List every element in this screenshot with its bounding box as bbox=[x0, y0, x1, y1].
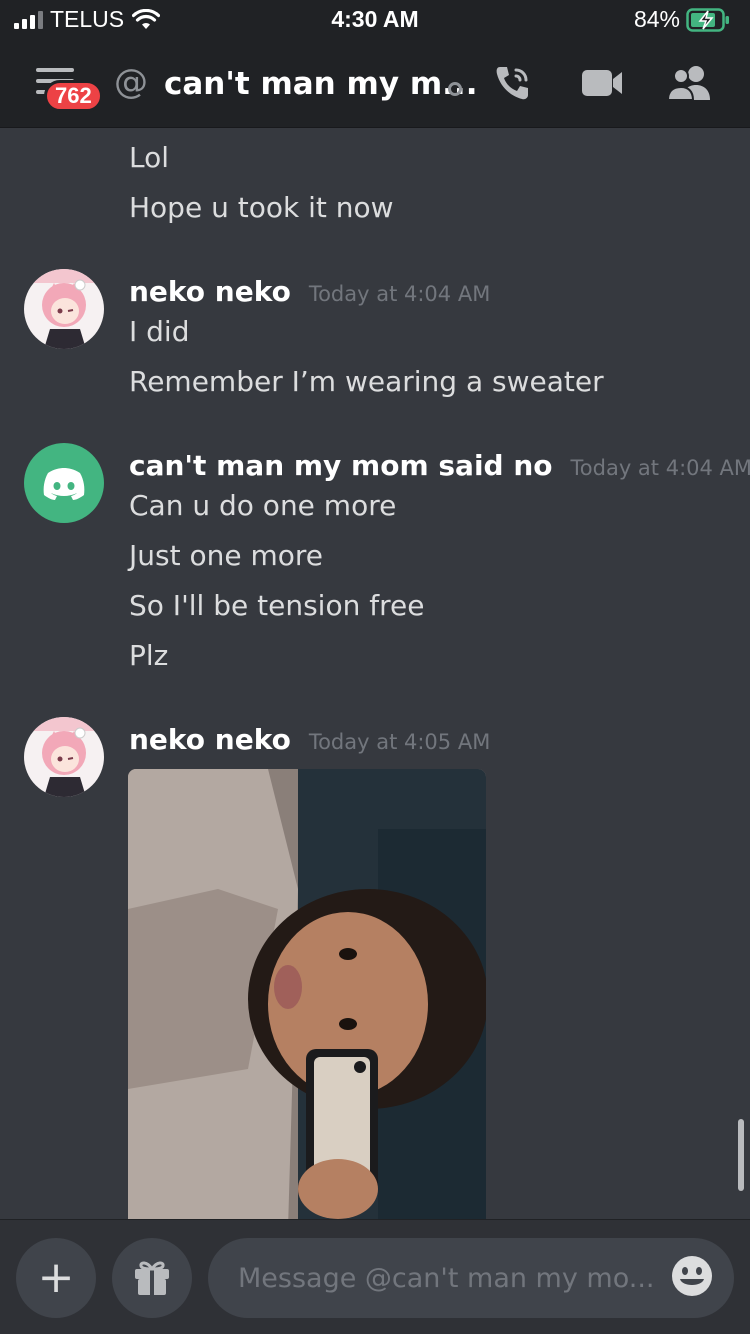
message-author[interactable]: neko neko Today at 4:04 AM bbox=[129, 275, 490, 308]
composer-bar: + bbox=[0, 1219, 750, 1334]
video-camera-icon[interactable] bbox=[580, 62, 624, 104]
message-text: So I'll be tension free bbox=[129, 589, 425, 622]
discord-logo-icon bbox=[43, 468, 85, 500]
plus-icon: + bbox=[37, 1252, 75, 1303]
scrollbar[interactable] bbox=[738, 1119, 744, 1191]
author-name: neko neko bbox=[129, 275, 291, 308]
message-timestamp: Today at 4:05 AM bbox=[308, 730, 491, 754]
avatar[interactable] bbox=[24, 717, 104, 797]
phone-call-icon[interactable] bbox=[492, 62, 534, 104]
gift-icon bbox=[135, 1261, 169, 1295]
battery-charging-icon bbox=[686, 7, 729, 32]
status-right: 84% bbox=[634, 6, 730, 33]
add-attachment-button[interactable]: + bbox=[16, 1238, 96, 1318]
message-text: Plz bbox=[129, 639, 169, 672]
message-timestamp: Today at 4:04 AM bbox=[308, 282, 491, 306]
photo-image bbox=[128, 769, 486, 1219]
gift-button[interactable] bbox=[112, 1238, 192, 1318]
avatar[interactable] bbox=[24, 269, 104, 349]
message-text: Can u do one more bbox=[129, 489, 397, 522]
author-name: neko neko bbox=[129, 723, 291, 756]
emoji-icon[interactable] bbox=[670, 1254, 714, 1298]
at-icon: @ bbox=[114, 62, 148, 102]
message-text: Lol bbox=[129, 141, 170, 174]
image-attachment[interactable] bbox=[128, 769, 486, 1219]
author-name: can't man my mom said no bbox=[129, 449, 553, 482]
battery-percent: 84% bbox=[633, 6, 680, 32]
message-input[interactable] bbox=[208, 1238, 734, 1318]
status-bar: TELUS 4:30 AM 84% bbox=[0, 0, 750, 40]
message-list[interactable]: Lol Hope u took it now neko neko Today at… bbox=[0, 129, 750, 1219]
message-author[interactable]: neko neko Today at 4:05 AM bbox=[129, 723, 490, 756]
offline-status-icon bbox=[448, 82, 462, 96]
channel-title[interactable]: can't man my m... bbox=[164, 66, 477, 102]
message-timestamp: Today at 4:04 AM bbox=[570, 456, 750, 480]
anime-avatar-image bbox=[24, 717, 104, 797]
message-text: Just one more bbox=[129, 539, 324, 572]
message-text: I did bbox=[129, 315, 190, 348]
unread-badge: 762 bbox=[44, 80, 103, 112]
members-icon[interactable] bbox=[666, 62, 714, 104]
anime-avatar-image bbox=[24, 269, 104, 349]
message-text: Remember I’m wearing a sweater bbox=[129, 365, 604, 398]
avatar[interactable] bbox=[24, 443, 104, 523]
channel-header: 762 @ can't man my m... bbox=[0, 40, 750, 128]
message-author[interactable]: can't man my mom said no Today at 4:04 AM bbox=[129, 449, 750, 482]
message-text: Hope u took it now bbox=[129, 191, 394, 224]
